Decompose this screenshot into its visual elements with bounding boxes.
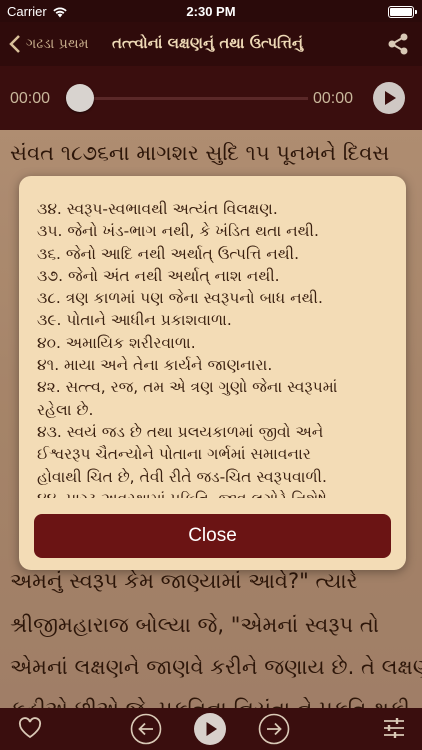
nav-bar: ગઢડા પ્રથમ તત્ત્વોનાં લક્ષણનું તથા ઉત્પત… (0, 22, 422, 66)
back-label: ગઢડા પ્રથમ (26, 36, 89, 52)
popup-list-item: ૪૩. સ્વયં જડ છે તથા પ્રલયકાળમાં જીવો અને (37, 422, 324, 441)
popup-list-item: ૩૯. પોતાને આધીન પ્રકાશવાળા. (37, 311, 232, 330)
play-icon[interactable] (194, 713, 226, 745)
popup-text-list[interactable]: ૩૪. સ્વરૂપ-સ્વભાવથી અત્યંત વિલક્ષણ. ૩૫. જ… (37, 198, 396, 498)
lakshan-popup: ૩૪. સ્વરૂપ-સ્વભાવથી અત્યંત વિલક્ષણ. ૩૫. જ… (19, 176, 406, 570)
popup-list-item: ૩૭. જેનો અંત નથી અર્થાત્ નાશ નથી. (37, 266, 280, 285)
status-bar: Carrier 2:30 PM (0, 0, 422, 22)
battery-icon (388, 6, 417, 18)
share-icon[interactable] (386, 32, 410, 56)
popup-list-item: ૪૨. સત્ત્વ, રજ, તમ એ ત્રણ ગુણો જેના સ્વર… (37, 378, 338, 397)
audio-play-button[interactable] (373, 82, 405, 114)
status-time: 2:30 PM (186, 4, 236, 19)
chevron-left-icon (9, 35, 20, 53)
popup-list-item: ૪૧. માયા અને તેના કાર્યને જાણનારા. (37, 356, 273, 375)
heart-icon[interactable] (18, 717, 42, 739)
sliders-icon[interactable] (382, 717, 406, 739)
popup-list-item: ઈશ્વરરૂપ ચૈતન્યોને પોતાના ગર્ભમાં સમાવના… (37, 445, 311, 464)
page-title: તત્ત્વોનાં લક્ષણનું તથા ઉત્પત્તિનું (112, 34, 304, 52)
back-button[interactable]: ગઢડા પ્રથમ (8, 30, 88, 58)
popup-list-item: ૩૫. જેનો ખંડ-ભાગ નથી, કે ખંડિત થતા નથી. (37, 222, 319, 241)
popup-list-item: હોવાથી ચિત છે, તેવી રીતે જડ-ચિત સ્વરૂપવા… (37, 467, 327, 486)
popup-list-item: ૩૮. ત્રણ કાળમાં પણ જેના સ્વરૂપનો બાધ નથી… (37, 289, 323, 308)
current-time: 00:00 (10, 90, 51, 107)
popup-list-item: ૩૬. જેનો આદિ નથી અર્થાત્ ઉત્પત્તિ નથી. (37, 244, 300, 263)
progress-track[interactable] (66, 97, 308, 100)
popup-list-item: ૪૪. પ્રાગ્ટ અવસ્થામાં પ્રક્રિતિ, જીવ લગો… (37, 488, 396, 498)
progress-slider-knob[interactable] (66, 84, 94, 112)
arrow-right-circle-icon[interactable] (258, 713, 290, 745)
popup-list-item: ૩૪. સ્વરૂપ-સ્વભાવથી અત્યંત વિલક્ષણ. (37, 200, 278, 218)
popup-list-item: રહેલા છે. (37, 400, 94, 419)
arrow-left-circle-icon[interactable] (130, 713, 162, 745)
audio-player: 00:00 00:00 (0, 66, 422, 130)
total-time: 00:00 (313, 90, 354, 107)
close-button[interactable]: Close (34, 514, 391, 558)
bottom-toolbar (0, 708, 422, 750)
play-icon (385, 91, 396, 105)
popup-list-item: ૪૦. અમાયિક શરીરવાળા. (37, 333, 196, 352)
